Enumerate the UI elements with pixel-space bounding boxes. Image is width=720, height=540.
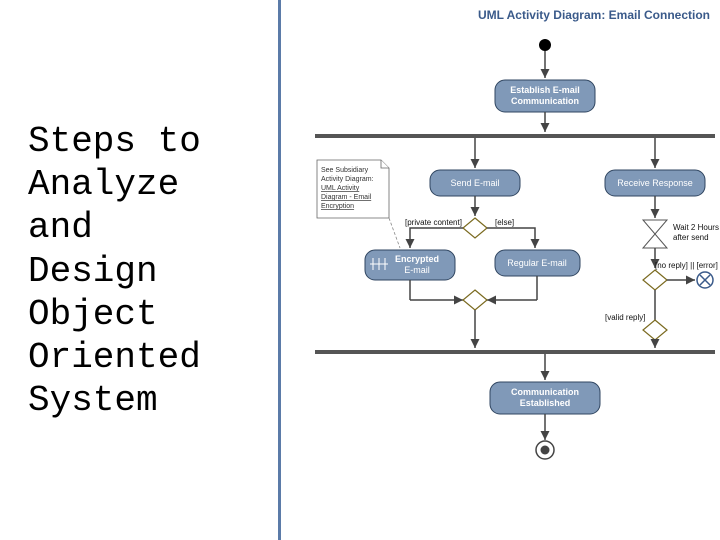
title-line: Oriented (28, 337, 201, 378)
decision-reply (643, 270, 667, 290)
activity-send-label: Send E-mail (450, 178, 499, 188)
guard-private: [private content] (405, 218, 462, 227)
note-line: Activity Diagram: (321, 176, 374, 183)
title-line: Analyze (28, 164, 179, 205)
title-line: Design (28, 251, 158, 292)
page-title: Steps to Analyze and Design Object Orien… (28, 120, 268, 422)
guard-noreply: [no reply] || [error] (655, 261, 718, 270)
note-line: Encryption (321, 203, 354, 210)
merge-valid (643, 320, 667, 340)
activity-establish-label: Establish E-mail (510, 85, 580, 95)
note-line: Diagram - Email (321, 194, 372, 201)
decision-content-type (463, 218, 487, 238)
activity-regular-label: Regular E-mail (507, 258, 567, 268)
final-node-dot-icon (541, 446, 550, 455)
activity-comm-label2: Established (520, 398, 571, 408)
uml-activity-diagram: Establish E-mail Communication Send E-ma… (285, 0, 720, 540)
activity-comm-label: Communication (511, 387, 579, 397)
activity-receive-label: Receive Response (617, 178, 693, 188)
guard-else: [else] (495, 218, 514, 227)
activity-establish-label2: Communication (511, 96, 579, 106)
initial-node-icon (539, 39, 551, 51)
wait-label2: after send (673, 233, 709, 242)
left-title-block: Steps to Analyze and Design Object Orien… (28, 120, 268, 422)
rake-icon (370, 258, 388, 270)
fork-bar (315, 134, 715, 138)
title-line: Steps to (28, 121, 201, 162)
guard-valid: [valid reply] (605, 313, 645, 322)
title-line: System (28, 380, 158, 421)
wait-label: Wait 2 Hours (673, 223, 719, 232)
title-line: Object (28, 294, 158, 335)
note-line: See Subsidiary (321, 167, 369, 174)
note-line: UML Activity (321, 185, 360, 192)
diagram-pane: UML Activity Diagram: Email Connection E… (285, 0, 720, 540)
title-line: and (28, 207, 93, 248)
merge-send-branch (463, 290, 487, 310)
hourglass-icon (643, 220, 667, 248)
join-bar (315, 350, 715, 354)
vertical-divider (278, 0, 281, 540)
activity-encrypted-label: Encrypted (395, 254, 439, 264)
activity-encrypted-label2: E-mail (404, 265, 430, 275)
